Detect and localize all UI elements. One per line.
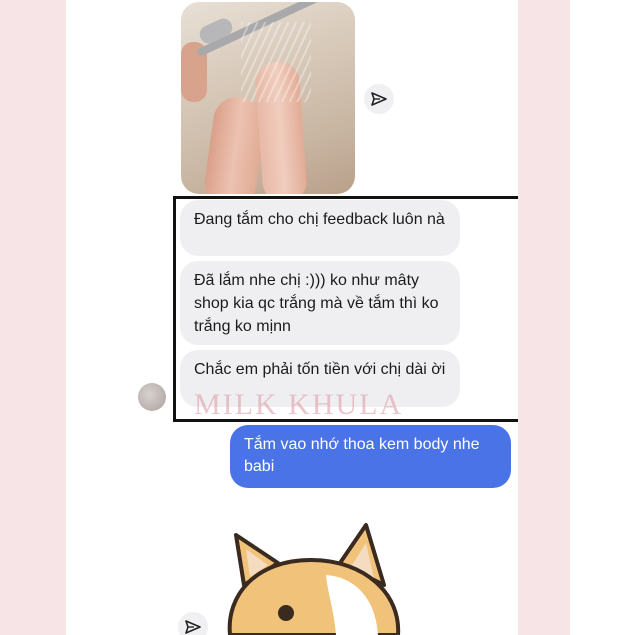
left-side-panel <box>0 0 66 635</box>
contact-avatar[interactable] <box>138 383 166 411</box>
paper-plane-icon <box>185 620 201 634</box>
share-photo-button[interactable] <box>364 84 394 114</box>
sticker-eye <box>278 605 294 621</box>
cat-sticker[interactable] <box>216 515 426 635</box>
outgoing-message[interactable]: Tắm vao nhớ thoa kem body nhe babi <box>230 425 511 488</box>
watermark-text: MILK KHULA <box>194 388 404 421</box>
share-sticker-button[interactable] <box>178 612 208 635</box>
photo-water-spray <box>241 22 311 102</box>
paper-plane-icon <box>371 92 387 106</box>
right-margin <box>570 0 635 635</box>
chat-thread: Đang tắm cho chị feedback luôn nà Đã lắm… <box>66 0 518 635</box>
shared-photo[interactable] <box>181 2 355 194</box>
right-side-panel <box>518 0 570 635</box>
